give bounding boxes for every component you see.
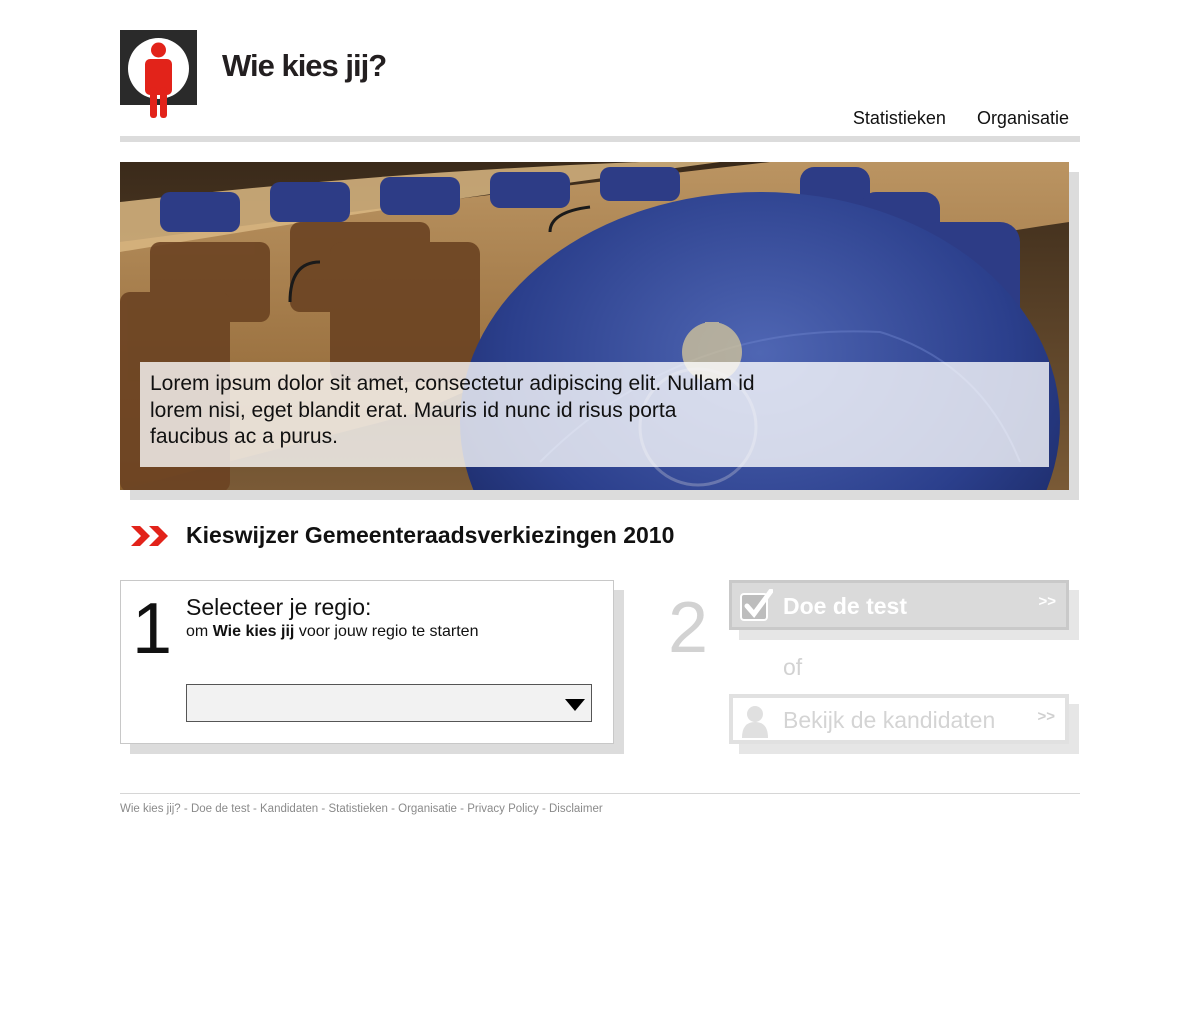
double-chevron-icon <box>131 525 168 546</box>
or-label: of <box>783 654 803 680</box>
step1-number: 1 <box>132 589 173 669</box>
hero-caption-text: Lorem ipsum dolor sit amet, consectetur … <box>150 372 755 448</box>
step2-number: 2 <box>668 588 709 668</box>
step1-subtext: om Wie kies jij voor jouw regio te start… <box>186 623 478 641</box>
footer-separator: - <box>318 803 329 815</box>
step1-sub-suffix: voor jouw regio te starten <box>298 623 479 640</box>
section-title: Kieswijzer Gemeenteraadsverkiezingen 201… <box>186 522 675 548</box>
view-candidates-label: Bekijk de kandidaten <box>783 707 996 733</box>
footer-link-organisatie[interactable]: Organisatie <box>398 803 457 815</box>
nav-item-organisatie[interactable]: Organisatie <box>977 108 1069 129</box>
view-candidates-button[interactable]: Bekijk de kandidaten >> <box>729 694 1069 744</box>
chevron-right-icon: >> <box>1037 708 1055 725</box>
do-test-label: Doe de test <box>783 593 907 619</box>
step1-sub-prefix: om <box>186 623 209 640</box>
footer-separator: - <box>180 803 191 815</box>
footer-link-kandidaten[interactable]: Kandidaten <box>260 803 318 815</box>
section-heading: Kieswijzer Gemeenteraadsverkiezingen 201… <box>130 522 674 549</box>
step1-sub-brand: Wie kies jij <box>212 623 295 640</box>
site-title: Wie kies jij? <box>222 48 387 83</box>
person-silhouette-icon <box>742 706 768 738</box>
top-nav: Statistieken Organisatie <box>853 108 1069 129</box>
checkmark-icon <box>740 589 773 621</box>
hero-caption: Lorem ipsum dolor sit amet, consectetur … <box>140 362 1049 467</box>
region-select[interactable] <box>186 684 592 722</box>
step1-panel: 1 Selecteer je regio: om Wie kies jij vo… <box>120 580 614 744</box>
nav-item-statistieken[interactable]: Statistieken <box>853 108 946 129</box>
footer-links: Wie kies jij? - Doe de test - Kandidaten… <box>120 803 603 815</box>
footer-link-privacy[interactable]: Privacy Policy <box>467 803 539 815</box>
footer-divider <box>120 793 1080 794</box>
chevron-right-icon: >> <box>1038 593 1056 610</box>
footer-link-disclaimer[interactable]: Disclaimer <box>549 803 603 815</box>
hero-banner: Lorem ipsum dolor sit amet, consectetur … <box>120 162 1069 490</box>
footer-link-home[interactable]: Wie kies jij? <box>120 803 181 815</box>
do-test-button[interactable]: Doe de test >> <box>729 580 1069 630</box>
footer-link-test[interactable]: Doe de test <box>191 803 250 815</box>
caret-down-icon <box>565 699 585 711</box>
header-divider <box>120 136 1080 142</box>
person-icon <box>145 42 172 118</box>
footer-separator: - <box>456 803 468 815</box>
step1-heading: Selecteer je regio: <box>186 594 372 620</box>
footer-link-statistieken[interactable]: Statistieken <box>328 803 387 815</box>
logo[interactable] <box>120 30 197 118</box>
footer-separator: - <box>387 803 399 815</box>
footer-separator: - <box>538 803 549 815</box>
footer-separator: - <box>249 803 261 815</box>
